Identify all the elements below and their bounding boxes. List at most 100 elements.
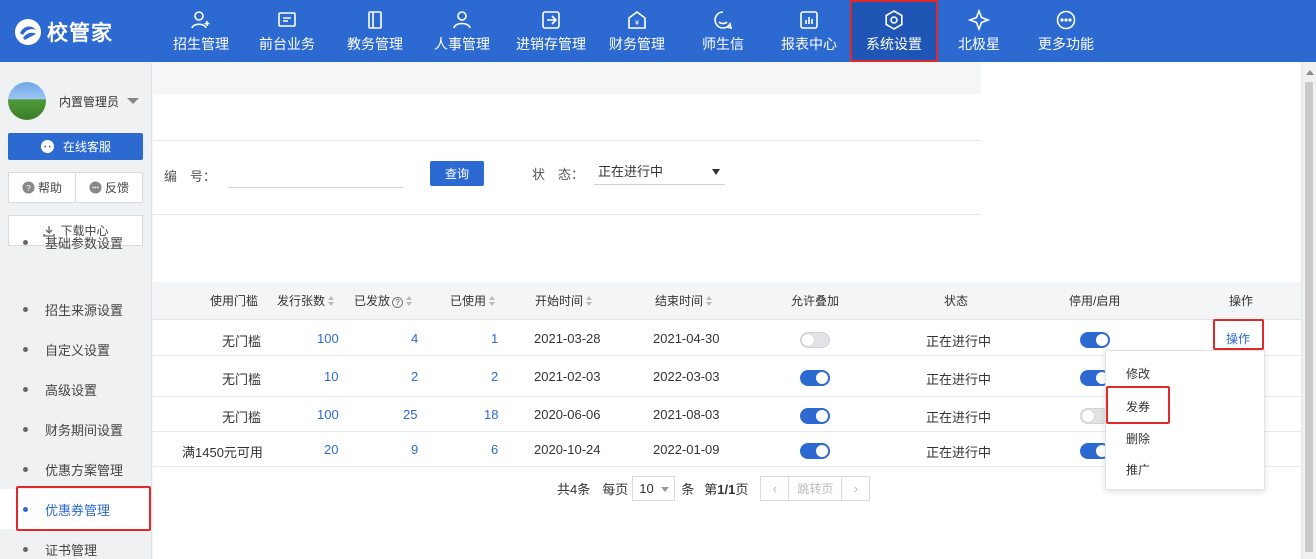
cell-issued-count[interactable]: 10 [324, 369, 338, 384]
dropdown-arrow-icon [712, 169, 720, 175]
cell-threshold: 无门槛 [222, 334, 262, 349]
monitor-icon [278, 11, 296, 27]
cell-distributed[interactable]: 9 [411, 442, 418, 457]
cell-threshold: 无门槛 [222, 410, 262, 425]
cell-used[interactable]: 1 [491, 331, 498, 346]
menu-item-edit[interactable]: 修改 [1126, 365, 1150, 382]
col-end-time[interactable]: 结束时间 [655, 282, 713, 320]
question-icon: ? [22, 181, 35, 194]
menu-item-promote[interactable]: 推广 [1126, 461, 1150, 478]
number-input[interactable] [228, 164, 403, 188]
feedback-button[interactable]: 反馈 [76, 173, 142, 202]
cell-used[interactable]: 18 [484, 407, 498, 422]
stackable-toggle[interactable] [800, 408, 830, 424]
svg-text:?: ? [26, 183, 31, 193]
cell-status: 正在进行中 [926, 372, 992, 387]
cell-distributed[interactable]: 4 [411, 331, 418, 346]
sidebar-item-custom-settings[interactable]: 自定义设置 [0, 329, 151, 369]
stackable-toggle[interactable] [800, 370, 830, 386]
sort-icon [406, 296, 413, 306]
app-logo[interactable]: 校管家 [14, 16, 124, 48]
cell-used[interactable]: 6 [491, 442, 498, 457]
col-used[interactable]: 已使用 [450, 282, 496, 320]
help-button[interactable]: ? 帮助 [9, 173, 76, 202]
sidebar-item-basic-params[interactable]: 基础参数设置 [0, 222, 151, 262]
pagination: 共4条 每页 10 条 第1/1页 ‹ 跳转页 › [557, 476, 871, 501]
col-start-time[interactable]: 开始时间 [535, 282, 593, 320]
nav-item-front-desk[interactable]: 前台业务 [242, 0, 332, 62]
more-icon [1056, 10, 1076, 29]
total-count: 共4条 [557, 482, 591, 497]
col-issued-count[interactable]: 发行张数 [277, 282, 335, 320]
help-feedback-group: ? 帮助 反馈 [8, 172, 143, 203]
jump-page-input[interactable]: 跳转页 [789, 480, 841, 497]
sidebar: 内置管理员 在线客服 ? 帮助 反馈 下载中心 基础参数设置 招生来源设置 自定… [0, 62, 152, 559]
nav-item-system-settings[interactable]: 系统设置 [850, 0, 938, 62]
nav-item-inventory[interactable]: 进销存管理 [506, 0, 596, 62]
col-action: 操作 [1229, 294, 1254, 308]
message-icon [714, 10, 733, 29]
prev-page-icon[interactable]: ‹ [761, 477, 790, 500]
nav-item-finance[interactable]: ¥ 财务管理 [596, 0, 678, 62]
content-header-strip [153, 62, 1001, 94]
sidebar-item-source-settings[interactable]: 招生来源设置 [0, 289, 151, 329]
sidebar-item-discount-plans[interactable]: 优惠方案管理 [0, 449, 151, 489]
nav-item-polaris[interactable]: 北极星 [938, 0, 1020, 62]
sort-icon [328, 296, 335, 306]
col-stackable: 允许叠加 [791, 294, 840, 308]
user-profile[interactable]: 内置管理员 [8, 82, 140, 120]
user-plus-icon [191, 10, 210, 28]
cell-threshold: 无门槛 [222, 372, 262, 387]
status-select[interactable]: 正在进行中 [594, 161, 725, 185]
top-navigation-bar: 校管家 招生管理 前台业务 教务管理 人事管理 进销存管理 ¥ 财务管理 师生信… [0, 0, 1316, 62]
page-size-select[interactable]: 10 [632, 476, 676, 501]
stackable-toggle[interactable] [800, 332, 830, 348]
cell-start-time: 2021-03-28 [534, 331, 601, 346]
settings-icon [885, 9, 903, 30]
col-distributed[interactable]: 已发放? [354, 282, 413, 320]
enable-toggle[interactable] [1080, 332, 1110, 348]
cell-issued-count[interactable]: 20 [324, 442, 338, 457]
cell-distributed[interactable]: 25 [403, 407, 417, 422]
nav-item-more[interactable]: 更多功能 [1020, 0, 1112, 62]
nav-item-reports[interactable]: 报表中心 [768, 0, 850, 62]
cell-issued-count[interactable]: 100 [317, 407, 339, 422]
nav-item-hr[interactable]: 人事管理 [418, 0, 506, 62]
cell-status: 正在进行中 [926, 445, 992, 460]
cell-distributed[interactable]: 2 [411, 369, 418, 384]
divider [153, 140, 981, 141]
col-status: 状态 [944, 294, 969, 308]
cell-end-time: 2022-03-03 [653, 369, 720, 384]
cell-end-time: 2021-08-03 [653, 407, 720, 422]
scrollbar-thumb[interactable] [1305, 82, 1313, 552]
nav-item-enrollment[interactable]: 招生管理 [160, 0, 242, 62]
chevron-down-icon [127, 98, 140, 104]
cell-issued-count[interactable]: 100 [317, 331, 339, 346]
next-page-icon[interactable]: › [841, 477, 869, 500]
cell-end-time: 2021-04-30 [653, 331, 720, 346]
cell-used[interactable]: 2 [491, 369, 498, 384]
sidebar-item-advanced-settings[interactable]: 高级设置 [0, 369, 151, 409]
chart-icon [800, 10, 818, 29]
col-enable-toggle: 停用/启用 [1069, 294, 1121, 308]
help-question-icon[interactable]: ? [392, 297, 404, 308]
per-page-label: 每页 [602, 482, 629, 497]
query-button[interactable]: 查询 [430, 161, 484, 186]
highlight-box-coupon-menu [16, 486, 151, 531]
col-threshold: 使用门槛 [210, 294, 259, 308]
divider [153, 214, 981, 215]
nav-item-messages[interactable]: 师生信 [678, 0, 768, 62]
nav-item-academic[interactable]: 教务管理 [332, 0, 418, 62]
online-service-button[interactable]: 在线客服 [8, 133, 143, 160]
stackable-toggle[interactable] [800, 443, 830, 459]
scroll-up-icon[interactable] [1306, 70, 1314, 75]
sidebar-item-finance-period[interactable]: 财务期间设置 [0, 409, 151, 449]
table-header: 使用门槛 发行张数 已发放? 已使用 开始时间 结束时间 允许叠加 状态 停用/… [153, 282, 1301, 320]
cell-start-time: 2020-06-06 [534, 407, 601, 422]
logo-icon [15, 19, 41, 45]
menu-item-delete[interactable]: 删除 [1126, 430, 1150, 447]
sidebar-item-certificates[interactable]: 证书管理 [0, 529, 151, 559]
page-scrollbar[interactable] [1301, 62, 1316, 559]
highlight-box-issue-coupon [1106, 386, 1170, 424]
page-jump-group: ‹ 跳转页 › [760, 476, 871, 501]
